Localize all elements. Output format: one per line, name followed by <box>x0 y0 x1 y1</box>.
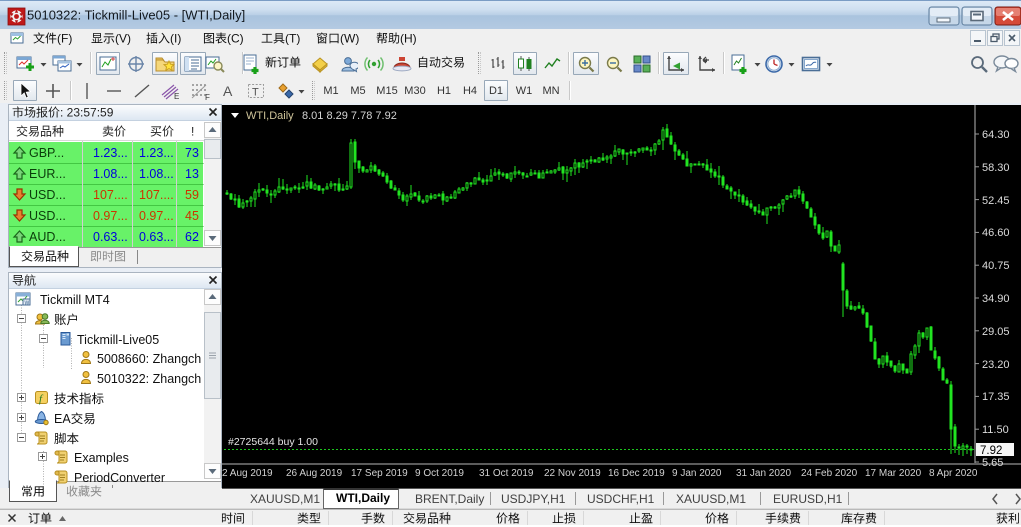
svg-text:5008660: Zhangch: 5008660: Zhangch <box>97 352 201 366</box>
svg-text:(I): (I) <box>170 32 181 46</box>
svg-text:(H): (H) <box>400 32 417 46</box>
svg-text:8 Apr 2020: 8 Apr 2020 <box>929 468 978 479</box>
svg-text:1.08...: 1.08... <box>93 167 128 181</box>
svg-text:#2725644 buy 1.00: #2725644 buy 1.00 <box>228 436 318 448</box>
svg-text:Tickmill MT4: Tickmill MT4 <box>40 293 110 307</box>
svg-text:(V): (V) <box>115 32 131 46</box>
svg-text:EUR...: EUR... <box>29 167 66 181</box>
svg-text:AUD...: AUD... <box>29 230 66 244</box>
svg-text:0.97...: 0.97... <box>139 209 174 223</box>
svg-text:23.20: 23.20 <box>982 359 1010 371</box>
svg-text:107....: 107.... <box>139 188 174 202</box>
svg-text:(C): (C) <box>227 32 244 46</box>
svg-text:46.60: 46.60 <box>982 227 1010 239</box>
svg-text:: 23:57:59: : 23:57:59 <box>60 106 114 120</box>
svg-text:17 Sep 2019: 17 Sep 2019 <box>351 468 408 479</box>
svg-text:7.92: 7.92 <box>980 445 1002 457</box>
svg-text:45: 45 <box>185 209 199 223</box>
svg-text:22 Nov 2019: 22 Nov 2019 <box>544 468 601 479</box>
svg-text:29.05: 29.05 <box>982 326 1010 338</box>
svg-text:(T): (T) <box>285 32 300 46</box>
svg-text:1.08...: 1.08... <box>139 167 174 181</box>
svg-text:Tickmill-Live05: Tickmill-Live05 <box>77 333 159 347</box>
svg-text:品种: 品种 <box>40 125 64 139</box>
svg-text:5010322: Zhangch: 5010322: Zhangch <box>97 372 201 386</box>
svg-text:34.90: 34.90 <box>982 293 1010 305</box>
svg-text:8.01 8.29 7.78 7.92: 8.01 8.29 7.78 7.92 <box>302 110 397 122</box>
svg-text:16 Dec 2019: 16 Dec 2019 <box>608 468 665 479</box>
svg-text:(F): (F) <box>57 32 72 46</box>
svg-text:品种: 品种 <box>45 250 69 264</box>
svg-text:9 Jan 2020: 9 Jan 2020 <box>672 468 722 479</box>
svg-text:GBP...: GBP... <box>29 146 64 160</box>
svg-text:52.45: 52.45 <box>982 195 1010 207</box>
svg-text:24 Feb 2020: 24 Feb 2020 <box>801 468 858 479</box>
svg-text:13: 13 <box>185 167 199 181</box>
svg-text:26 Aug 2019: 26 Aug 2019 <box>286 468 343 479</box>
svg-text:11.50: 11.50 <box>982 424 1009 436</box>
svg-text:5010322: Tickmill-Live05 - [WT: 5010322: Tickmill-Live05 - [WTI,Daily] <box>27 8 245 23</box>
svg-text:USD...: USD... <box>29 209 66 223</box>
svg-text:品种: 品种 <box>427 512 451 526</box>
svg-text:17 Mar 2020: 17 Mar 2020 <box>865 468 922 479</box>
svg-text:!: ! <box>191 125 194 139</box>
svg-text:0.97...: 0.97... <box>93 209 128 223</box>
svg-text:2 Aug 2019: 2 Aug 2019 <box>222 468 273 479</box>
svg-text:USD...: USD... <box>29 188 66 202</box>
svg-text:(W): (W) <box>340 32 359 46</box>
svg-text:31 Jan 2020: 31 Jan 2020 <box>736 468 791 479</box>
svg-text:1.23...: 1.23... <box>93 146 128 160</box>
svg-text:31 Oct 2019: 31 Oct 2019 <box>479 468 534 479</box>
svg-text:5.65: 5.65 <box>982 457 1003 469</box>
svg-text:EA: EA <box>54 412 71 426</box>
svg-text:64.30: 64.30 <box>982 129 1010 141</box>
svg-text:0.63...: 0.63... <box>93 230 128 244</box>
svg-text:W: W <box>25 301 30 307</box>
svg-text:1.23...: 1.23... <box>139 146 174 160</box>
svg-text:9 Oct 2019: 9 Oct 2019 <box>415 468 464 479</box>
svg-text:107....: 107.... <box>93 188 128 202</box>
svg-text:59: 59 <box>185 188 199 202</box>
svg-text:0.63...: 0.63... <box>139 230 174 244</box>
svg-text:17.35: 17.35 <box>982 391 1010 403</box>
svg-text:73: 73 <box>185 146 199 160</box>
svg-text:58.30: 58.30 <box>982 162 1010 174</box>
svg-text:WTI,Daily: WTI,Daily <box>246 110 294 122</box>
svg-text:62: 62 <box>185 230 199 244</box>
svg-text:40.75: 40.75 <box>982 260 1010 272</box>
svg-text:Examples: Examples <box>74 451 129 465</box>
